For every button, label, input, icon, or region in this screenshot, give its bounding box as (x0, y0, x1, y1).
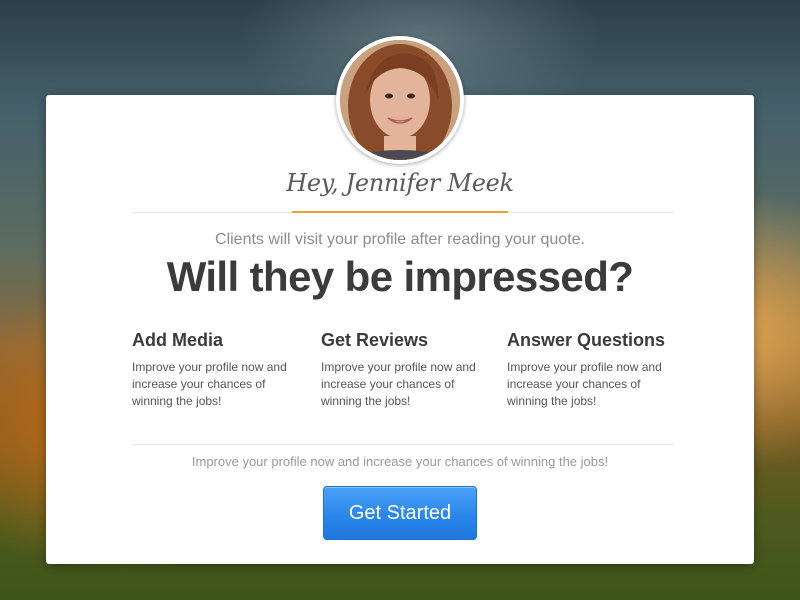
avatar-photo (340, 40, 460, 160)
divider-top (132, 211, 674, 213)
feature-description: Improve your profile now and increase yo… (132, 360, 287, 408)
feature-add-media: Add Media Improve your profile now and i… (132, 330, 302, 410)
feature-title: Add Media (132, 330, 224, 350)
get-started-button[interactable]: Get Started (323, 486, 477, 540)
feature-get-reviews: Get Reviews Improve your profile now and… (321, 330, 491, 410)
greeting-heading: Hey, Jennifer Meek (286, 169, 514, 197)
avatar (336, 36, 464, 164)
divider-accent (292, 211, 508, 213)
feature-description: Improve your profile now and increase yo… (507, 360, 662, 408)
feature-title: Get Reviews (321, 330, 429, 350)
avatar-image (340, 40, 460, 160)
feature-description: Improve your profile now and increase yo… (321, 360, 476, 408)
feature-answer-questions: Answer Questions Improve your profile no… (507, 330, 677, 410)
feature-title: Answer Questions (507, 330, 666, 350)
footer-text: Improve your profile now and increase yo… (191, 454, 609, 469)
subtitle: Clients will visit your profile after re… (215, 231, 585, 248)
profile-card: Hey, Jennifer Meek Clients will visit yo… (46, 36, 754, 564)
divider-bottom (132, 444, 674, 445)
feature-list: Add Media Improve your profile now and i… (132, 330, 692, 420)
headline: Will they be impressed? (166, 253, 634, 300)
